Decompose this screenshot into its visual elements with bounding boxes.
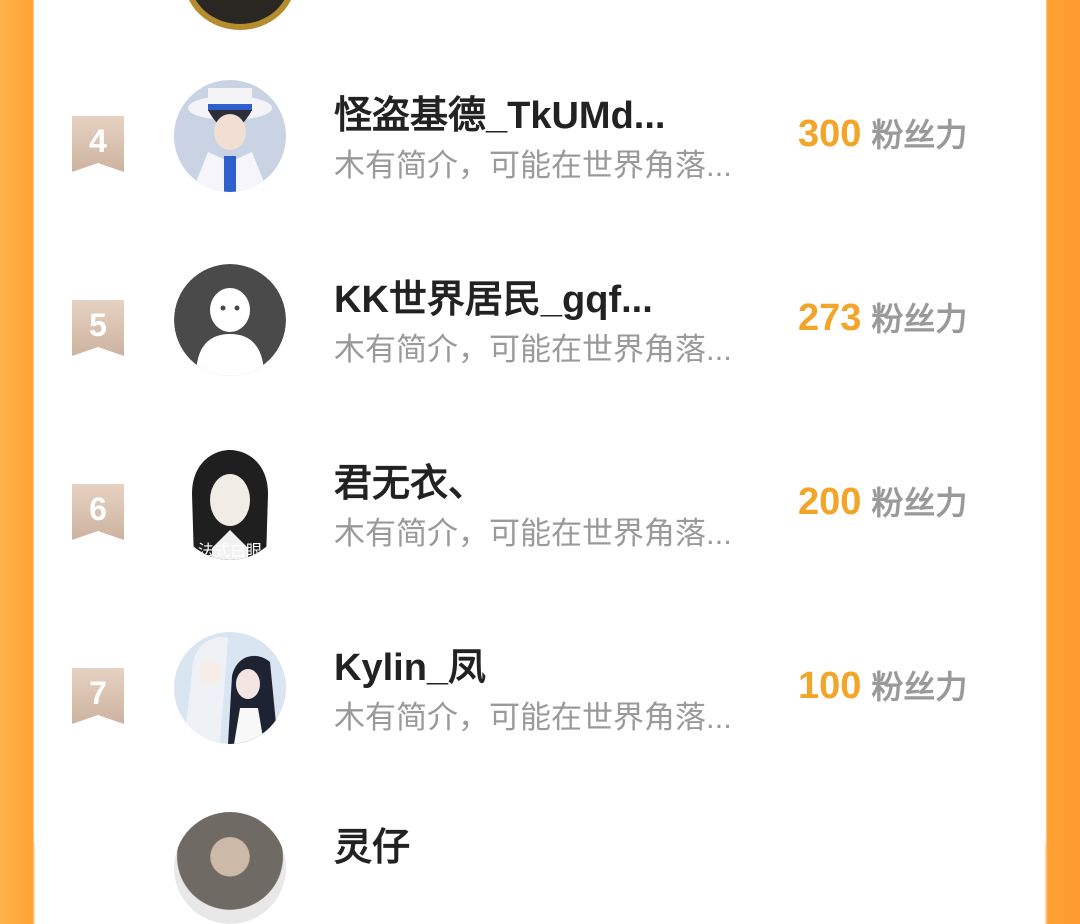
list-item[interactable]: 4 怪盗基德_TkUMd... 木有简介，可能在世界角落... 300 粉丝力 xyxy=(34,80,1046,264)
avatar[interactable] xyxy=(174,80,286,192)
fans-score: 100 粉丝力 xyxy=(798,662,967,708)
fans-value: 273 xyxy=(798,297,862,339)
list-item[interactable]: 5 KK世界居民_gqf... 木有简介，可能在世界角落... 273 粉丝力 xyxy=(34,264,1046,448)
fans-unit: 粉丝力 xyxy=(871,669,968,705)
avatar-top-partial[interactable] xyxy=(184,0,296,30)
user-bio: 木有简介，可能在世界角落... xyxy=(334,700,732,735)
fans-unit: 粉丝力 xyxy=(871,301,968,337)
user-name[interactable]: 怪盗基德_TkUMd... xyxy=(334,84,665,139)
avatar-bottom-partial[interactable] xyxy=(174,812,286,924)
rank-badge: 7 xyxy=(72,668,124,724)
avatar-caption: 法式白眼 xyxy=(198,541,262,560)
avatar[interactable] xyxy=(174,632,286,744)
list-item[interactable]: 7 Kylin_凤 木有简介，可能在世界角落... 100 粉丝力 xyxy=(34,632,1046,816)
avatar[interactable]: 法式白眼 xyxy=(174,448,286,560)
rank-badge: 5 xyxy=(72,300,124,356)
user-name-partial[interactable]: 灵仔 xyxy=(334,816,410,871)
user-name[interactable]: KK世界居民_gqf... xyxy=(334,268,653,323)
rank-badge: 6 xyxy=(72,484,124,540)
user-name[interactable]: 君无衣、 xyxy=(334,452,486,507)
rank-badge: 4 xyxy=(72,116,124,172)
user-bio: 木有简介，可能在世界角落... xyxy=(334,332,732,367)
fans-value: 300 xyxy=(798,113,862,155)
fans-unit: 粉丝力 xyxy=(871,485,968,521)
user-bio: 木有简介，可能在世界角落... xyxy=(334,516,732,551)
avatar[interactable] xyxy=(174,264,286,376)
user-name[interactable]: Kylin_凤 xyxy=(334,636,486,691)
fans-score: 273 粉丝力 xyxy=(798,294,967,340)
user-bio: 木有简介，可能在世界角落... xyxy=(334,148,732,183)
fans-score: 200 粉丝力 xyxy=(798,478,967,524)
list-item[interactable]: 6 法式白眼 君无衣、 木有简介，可能在世界角落... 200 粉丝力 xyxy=(34,448,1046,632)
fans-unit: 粉丝力 xyxy=(871,117,968,153)
fans-value: 100 xyxy=(798,665,862,707)
fans-value: 200 xyxy=(798,481,862,523)
fans-score: 300 粉丝力 xyxy=(798,110,967,156)
leaderboard-panel: 4 怪盗基德_TkUMd... 木有简介，可能在世界角落... 300 粉丝力 5 xyxy=(34,0,1046,924)
